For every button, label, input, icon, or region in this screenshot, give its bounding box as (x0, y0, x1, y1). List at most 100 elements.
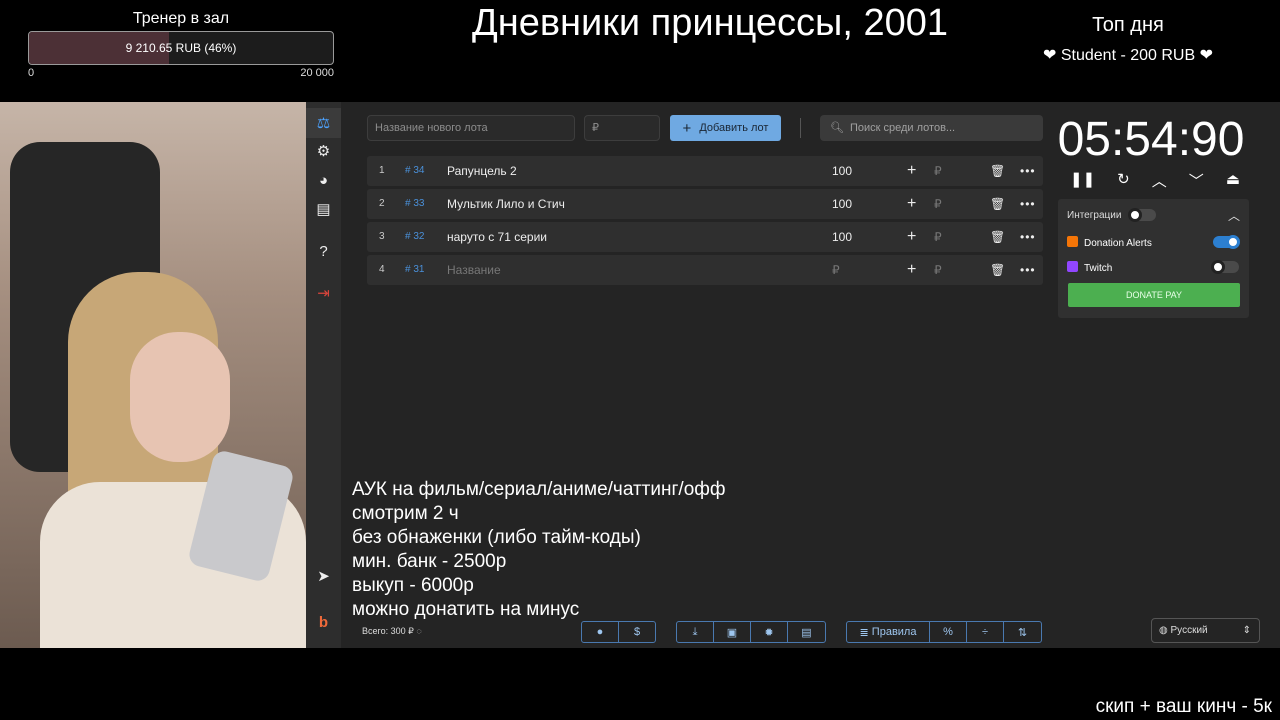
goal-progress-label: 9 210.65 RUB (46%) (125, 41, 237, 55)
twitch-toggle[interactable] (1211, 260, 1239, 274)
condition-line: выкуп - 6000р (352, 575, 474, 596)
integrations-toggle[interactable] (1128, 208, 1156, 222)
sort-icon[interactable]: ⇅ (1004, 622, 1041, 642)
lot-row: 2 # 33 Мультик Лило и Стич 100 + ₽ 🗑︎ ••… (367, 189, 1043, 219)
search-icon: 🔍︎ (830, 122, 844, 134)
sidebar: ⚖ ⚙ ◕ ▤ ? ⇥ ➤ b (306, 102, 341, 648)
download-icon[interactable]: ⤓ (677, 622, 714, 642)
wheel-icon[interactable]: ◕ (306, 165, 341, 195)
lot-name[interactable]: наруто с 71 серии (447, 222, 547, 252)
lot-row: 3 # 32 наруто с 71 серии 100 + ₽ 🗑︎ ••• (367, 222, 1043, 252)
globe-icon: ◍ (1159, 625, 1171, 636)
plus-icon: + (682, 119, 692, 137)
lot-amount: 100 (832, 164, 853, 178)
bug-icon[interactable]: ✹ (751, 622, 788, 642)
condition-line: мин. банк - 2500р (352, 551, 507, 572)
eye-off-icon[interactable]: ◌ (416, 626, 421, 636)
goal-max: 20 000 (300, 67, 334, 79)
twitch-icon (1067, 261, 1078, 272)
lot-amount-input[interactable]: ₽ (832, 255, 840, 285)
add-amount-button[interactable]: + (907, 189, 916, 219)
condition-line: смотрим 2 ч (352, 503, 459, 524)
gear-icon[interactable]: ⚙ (306, 136, 341, 166)
donate-pay-button[interactable]: DONATE PAY (1068, 283, 1240, 307)
logout-icon[interactable]: ⇥ (306, 278, 341, 308)
pause-icon[interactable]: ❚❚ (1070, 170, 1095, 190)
archive-icon[interactable]: ▤ (788, 622, 825, 642)
condition-line: АУК на фильм/сериал/аниме/чаттинг/офф (352, 479, 726, 500)
telegram-icon[interactable]: ➤ (306, 561, 341, 591)
more-icon[interactable]: ••• (1020, 222, 1036, 252)
chevron-up-icon[interactable]: ︿ (1152, 170, 1167, 190)
add-amount-button[interactable]: + (907, 255, 916, 285)
goal-progress-bar: 9 210.65 RUB (46%) (28, 31, 334, 65)
percent-icon[interactable]: % (930, 622, 967, 642)
lot-name[interactable]: Рапунцель 2 (447, 156, 517, 186)
lot-name[interactable]: Мультик Лило и Стич (447, 189, 565, 219)
boosty-icon[interactable]: b (306, 607, 341, 637)
more-icon[interactable]: ••• (1020, 156, 1036, 186)
condition-line: без обнаженки (либо тайм-коды) (352, 527, 641, 548)
integration-twitch: Twitch (1067, 261, 1112, 274)
webcam-feed (0, 102, 306, 648)
rules-button[interactable]: ≣ Правила (847, 622, 930, 642)
lot-row: 4 # 31 Название ₽ + ₽ 🗑︎ ••• (367, 255, 1043, 285)
integration-label: Donation Alerts (1084, 238, 1152, 249)
integration-label: Twitch (1084, 263, 1113, 274)
help-icon[interactable]: ? (306, 236, 341, 266)
condition-line: можно донатить на минус (352, 599, 580, 620)
top-day-title: Топ дня (1092, 14, 1164, 36)
lot-extra-amount-input[interactable]: ₽ (934, 255, 942, 285)
total-amount: Всего: 300 ₽ ◌ (362, 626, 422, 637)
more-icon[interactable]: ••• (1020, 255, 1036, 285)
integration-donation-alerts: Donation Alerts (1067, 236, 1152, 249)
restart-icon[interactable]: ↻ (1117, 170, 1130, 190)
lot-tools-group: ≣ Правила % ÷ ⇅ (846, 621, 1042, 643)
trash-icon[interactable]: 🗑︎ (990, 222, 1005, 252)
add-lot-label: Добавить лот (699, 122, 769, 134)
timer-controls: ❚❚ ↻ ︿ ﹀ ⏏ (1070, 170, 1240, 190)
trash-icon[interactable]: 🗑︎ (990, 156, 1005, 186)
bottom-note: скип + ваш кинч - 5к (1095, 696, 1272, 717)
add-amount-button[interactable]: + (907, 156, 916, 186)
eject-icon[interactable]: ⏏ (1226, 170, 1240, 190)
add-lot-button[interactable]: + Добавить лот (670, 115, 781, 141)
language-select[interactable]: ◍ Русский ⇕ (1151, 618, 1260, 643)
goal-min: 0 (28, 67, 35, 79)
chevron-up-icon[interactable]: ︿ (1228, 207, 1240, 224)
github-icon[interactable]: ● (582, 622, 619, 642)
lot-extra-amount-input[interactable]: ₽ (934, 189, 942, 219)
integrations-panel: Интеграции ︿ Donation Alerts Twitch DONA… (1058, 199, 1249, 318)
gavel-icon[interactable]: ⚖ (306, 108, 341, 138)
lot-id: # 33 (405, 198, 425, 209)
donation-alerts-icon (1067, 236, 1078, 247)
search-placeholder: Поиск среди лотов... (849, 122, 956, 134)
chevron-down-icon[interactable]: ﹀ (1189, 170, 1204, 190)
integrations-title: Интеграции (1067, 210, 1122, 221)
lot-extra-amount-input[interactable]: ₽ (934, 156, 942, 186)
clipboard-icon[interactable]: ▤ (306, 194, 341, 224)
lot-name-input[interactable]: Название (447, 255, 501, 285)
lot-search-input[interactable]: 🔍︎ Поиск среди лотов... (820, 115, 1043, 141)
save-icon[interactable]: ▣ (714, 622, 751, 642)
trash-icon[interactable]: 🗑︎ (990, 255, 1005, 285)
donation-alerts-toggle[interactable] (1213, 235, 1240, 249)
trash-icon[interactable]: 🗑︎ (990, 189, 1005, 219)
top-donator: Топ дня ❤ Student - 200 RUB ❤ (1030, 14, 1226, 65)
language-label: Русский (1170, 625, 1208, 636)
new-lot-amount-input[interactable]: ₽ (584, 115, 660, 141)
more-icon[interactable]: ••• (1020, 189, 1036, 219)
rules-icon: ≣ (859, 626, 872, 639)
donate-icon[interactable]: $ (619, 622, 655, 642)
new-lot-name-input[interactable]: Название нового лота (367, 115, 575, 141)
donation-goal: Тренер в зал 9 210.65 RUB (46%) 0 20 000 (28, 8, 334, 81)
divide-icon[interactable]: ÷ (967, 622, 1004, 642)
lot-id: # 34 (405, 165, 425, 176)
webcam-person-face (130, 332, 230, 462)
lot-extra-amount-input[interactable]: ₽ (934, 222, 942, 252)
lot-number: 3 (379, 231, 385, 242)
lot-row: 1 # 34 Рапунцель 2 100 + ₽ 🗑︎ ••• (367, 156, 1043, 186)
divider (800, 118, 801, 138)
total-label: Всего: 300 ₽ (362, 626, 414, 636)
add-amount-button[interactable]: + (907, 222, 916, 252)
